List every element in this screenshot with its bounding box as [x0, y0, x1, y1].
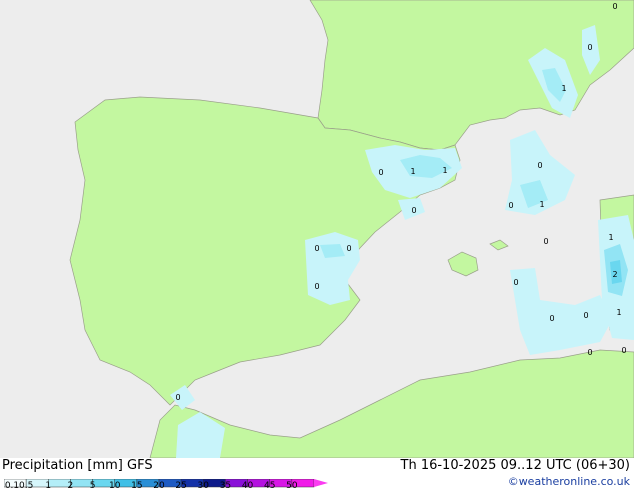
value-label: 0 [583, 311, 589, 320]
value-label: 0 [508, 201, 514, 210]
value-label: 1 [539, 200, 545, 209]
value-label: 0 [587, 43, 593, 52]
value-label: 0 [587, 348, 593, 357]
legend-footer: Precipitation [mm] GFS Th 16-10-2025 09.… [0, 458, 634, 492]
value-label: 0 [513, 278, 519, 287]
value-label: 0 [314, 282, 320, 291]
value-label: 0 [314, 244, 320, 253]
value-label: 2 [612, 270, 618, 279]
scale-ticks: 0.1 0.5 1 2 5 10 15 20 25 30 35 40 45 50 [0, 482, 330, 492]
map-canvas [0, 0, 634, 458]
value-label: 1 [561, 84, 567, 93]
value-label: 0 [621, 346, 627, 355]
value-label: 0 [543, 237, 549, 246]
value-label: 1 [608, 233, 614, 242]
legend-title: Precipitation [mm] GFS [2, 458, 153, 473]
value-label: 0 [346, 244, 352, 253]
value-label: 1 [410, 167, 416, 176]
value-label: 1 [442, 166, 448, 175]
credit-link[interactable]: ©weatheronline.co.uk [508, 475, 630, 488]
value-label: 0 [411, 206, 417, 215]
value-label: 1 [616, 308, 622, 317]
value-label: 0 [549, 314, 555, 323]
value-label: 0 [175, 393, 181, 402]
value-label: 0 [378, 168, 384, 177]
precipitation-map: 1 0 0 1 0 1 1 0 0 1 1 0 0 0 1 2 0 0 0 1 … [0, 0, 634, 458]
value-label: 0 [612, 2, 618, 11]
forecast-datetime: Th 16-10-2025 09..12 UTC (06+30) [400, 458, 631, 473]
value-label: 0 [537, 161, 543, 170]
